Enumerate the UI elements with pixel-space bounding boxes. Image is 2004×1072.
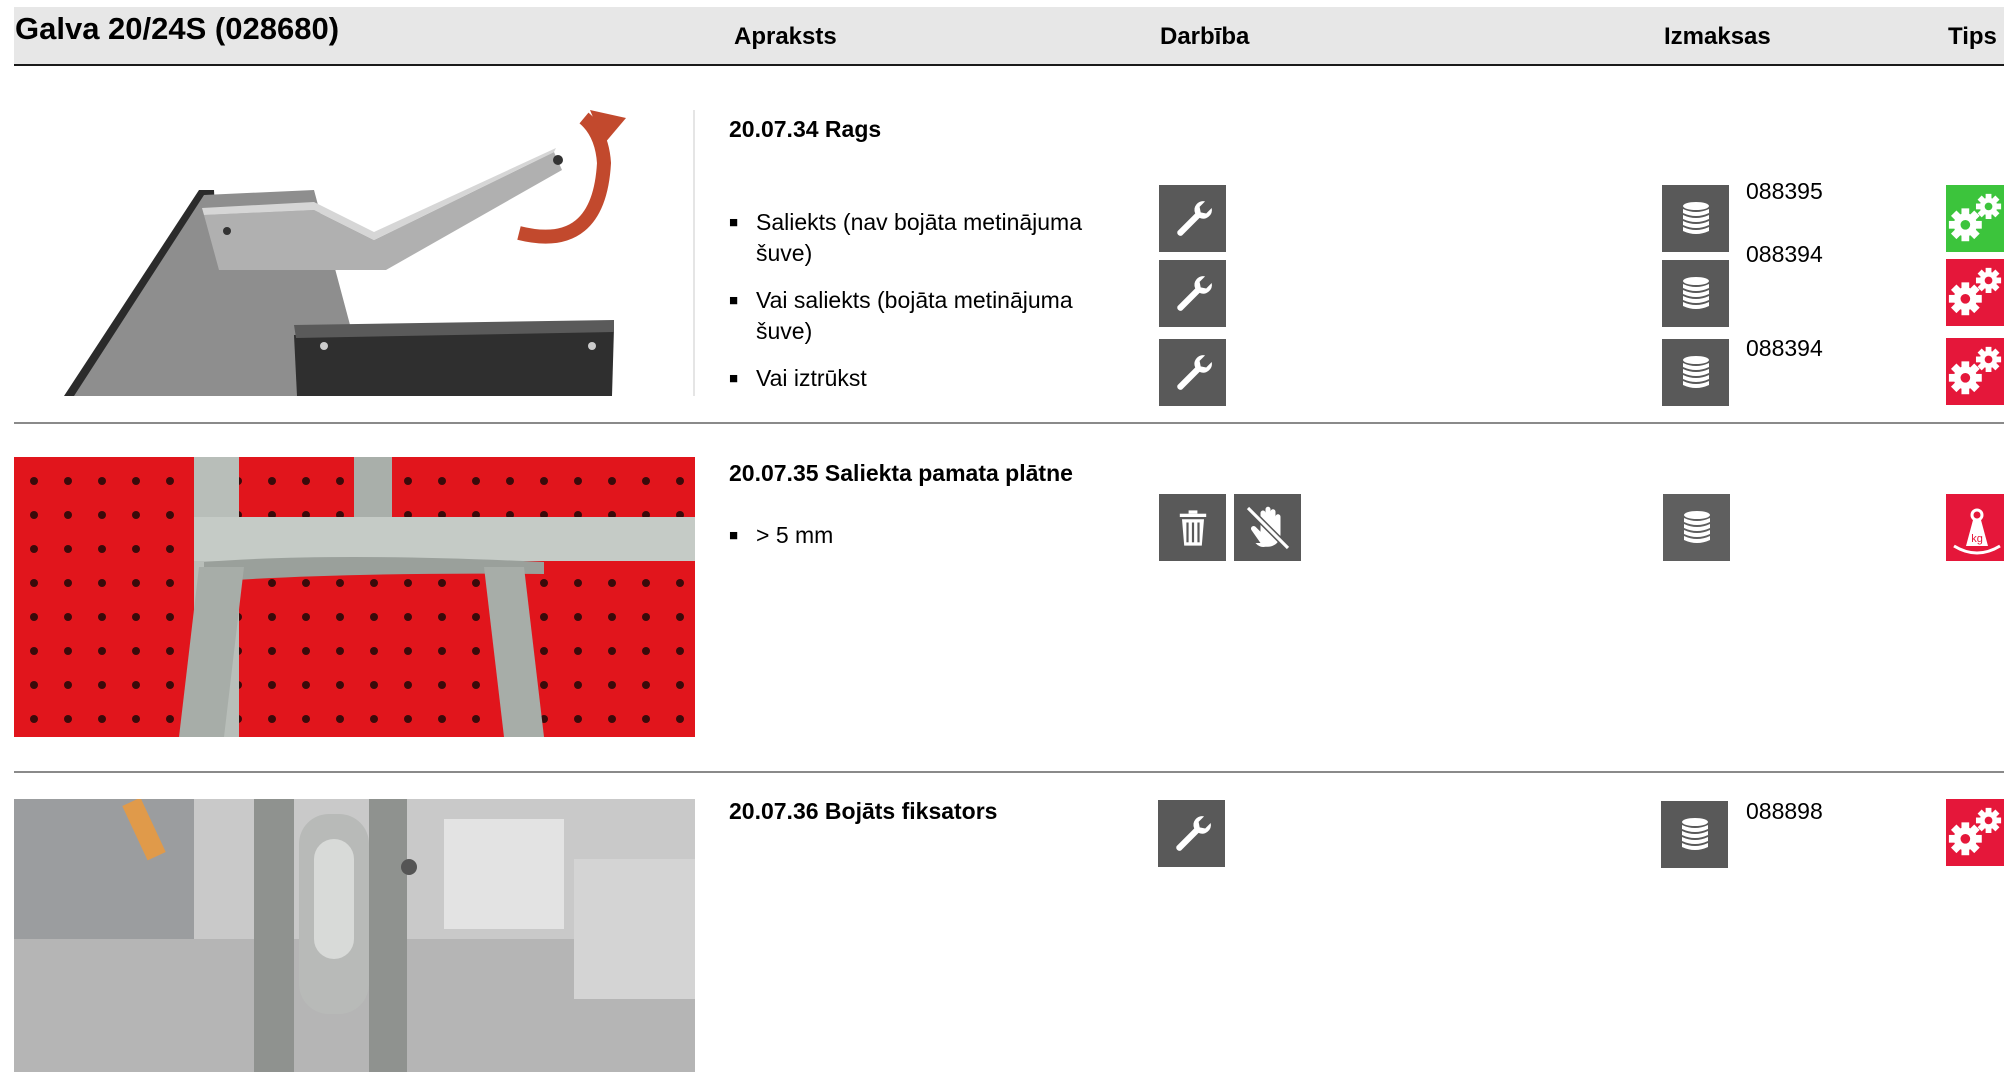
list-item: ■ Saliekts (nav bojāta metinājuma šuve): [729, 207, 1109, 269]
base-plate-image: [14, 457, 695, 737]
column-header-description: Apraksts: [734, 23, 837, 50]
horn-part-image: [14, 110, 695, 396]
page-title: Galva 20/24S (028680): [15, 11, 340, 46]
part-number: 088395: [1746, 178, 1823, 204]
gears-icon[interactable]: [1946, 259, 2004, 326]
list-item-text: > 5 mm: [756, 522, 834, 548]
part-number: 088394: [1746, 241, 1823, 267]
wrench-icon[interactable]: [1159, 339, 1226, 406]
part-number: 088394: [1746, 335, 1823, 361]
list-item: ■ > 5 mm: [729, 520, 1109, 551]
list-item-text: Vai saliekts (bojāta metinājuma šuve): [756, 287, 1073, 344]
column-header-type: Tips: [1948, 23, 1997, 50]
list-item-text: Saliekts (nav bojāta metinājuma šuve): [756, 209, 1082, 266]
gears-icon[interactable]: [1946, 338, 2004, 405]
no-touch-icon[interactable]: [1234, 494, 1301, 561]
section-title: 20.07.34 Rags: [729, 116, 882, 142]
section-title: 20.07.36 Bojāts fiksators: [729, 798, 998, 824]
bullet-marker: ■: [729, 370, 739, 387]
gears-icon[interactable]: [1946, 185, 2004, 252]
wrench-icon[interactable]: [1159, 260, 1226, 327]
part-number: 088898: [1746, 798, 1823, 824]
weight-kg-label: kg: [1971, 533, 1983, 545]
wrench-icon[interactable]: [1158, 800, 1225, 867]
bullet-marker: ■: [729, 214, 739, 231]
column-header-action: Darbība: [1160, 23, 1250, 50]
bullet-marker: ■: [729, 527, 739, 544]
list-item: ■ Vai iztrūkst: [729, 363, 1109, 394]
bullet-marker: ■: [729, 292, 739, 309]
row-divider: [14, 422, 2004, 424]
section-title: 20.07.35 Saliekta pamata plātne: [729, 460, 1073, 486]
column-header-costs: Izmaksas: [1664, 23, 1771, 50]
coins-icon[interactable]: [1662, 185, 1729, 252]
weight-kg-icon[interactable]: kg: [1946, 494, 2004, 561]
trash-icon[interactable]: [1159, 494, 1226, 561]
table-header: Galva 20/24S (028680) Apraksts Darbība I…: [14, 7, 2004, 66]
list-item: ■ Vai saliekts (bojāta metinājuma šuve): [729, 285, 1109, 347]
coins-icon[interactable]: [1663, 494, 1730, 561]
coins-icon[interactable]: [1661, 801, 1728, 868]
wrench-icon[interactable]: [1159, 185, 1226, 252]
coins-icon[interactable]: [1662, 260, 1729, 327]
latch-image: [14, 799, 695, 1072]
coins-icon[interactable]: [1662, 339, 1729, 406]
row-divider: [14, 771, 2004, 773]
list-item-text: Vai iztrūkst: [756, 365, 867, 391]
gears-icon[interactable]: [1946, 799, 2004, 866]
